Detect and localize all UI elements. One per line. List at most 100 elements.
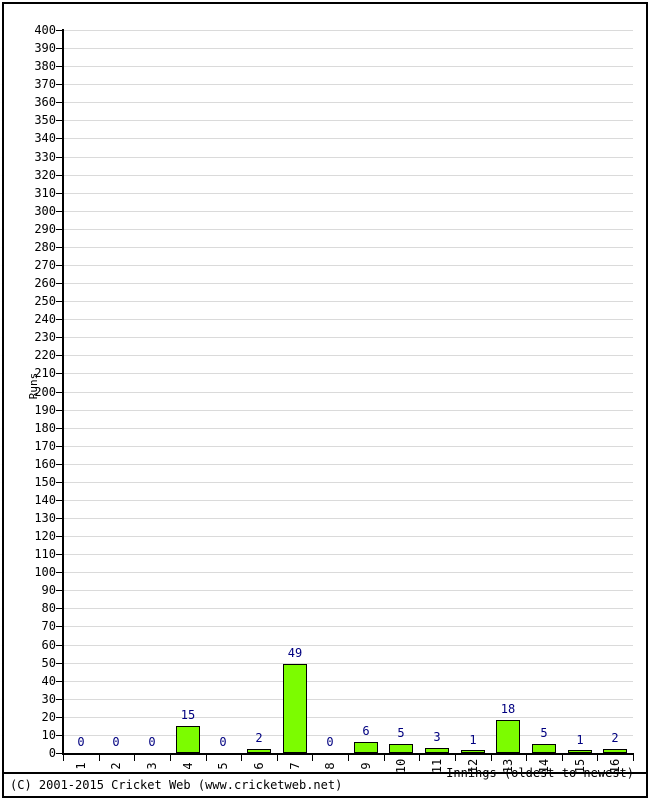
y-axis-tick-value: 110 xyxy=(34,547,56,561)
y-axis-tick-value: 10 xyxy=(41,728,56,742)
gridline xyxy=(63,464,633,465)
gridline xyxy=(63,428,633,429)
gridline xyxy=(63,608,633,609)
y-axis-tick-value: 100 xyxy=(34,565,56,579)
bar xyxy=(247,749,271,753)
footer-divider xyxy=(4,772,646,774)
bar xyxy=(461,750,485,753)
y-axis-tick-value: 130 xyxy=(34,511,56,525)
bar xyxy=(425,748,449,753)
x-axis-tick-label: 6 xyxy=(252,762,266,770)
y-axis-tick-label: 340 xyxy=(0,132,56,144)
y-axis-tick-value: 340 xyxy=(34,131,56,145)
bar-chart-figure: 0 10 20 30 40 50 60 70 80 90 100 110 120 130 140 150 160… xyxy=(0,0,650,800)
y-axis-tick-value: 40 xyxy=(41,674,56,688)
y-axis-tick-label: 380 xyxy=(0,60,56,72)
gridline xyxy=(63,590,633,591)
gridline xyxy=(63,30,633,31)
y-axis-tick-label: 280 xyxy=(0,241,56,253)
y-axis-tick-value: 180 xyxy=(34,421,56,435)
y-axis-tick-label: 130 xyxy=(0,512,56,524)
gridline xyxy=(63,247,633,248)
gridline xyxy=(63,699,633,700)
y-axis-tick-value: 170 xyxy=(34,439,56,453)
y-axis-tick-value: 60 xyxy=(41,638,56,652)
gridline xyxy=(63,626,633,627)
y-axis-tick-value: 120 xyxy=(34,529,56,543)
y-axis-tick-label: 400 xyxy=(0,24,56,36)
y-axis-tick-label: 260 xyxy=(0,277,56,289)
y-axis-tick-label: 170 xyxy=(0,440,56,452)
gridline xyxy=(63,355,633,356)
bar-value-label: 5 xyxy=(540,726,548,740)
y-axis-tick-value: 290 xyxy=(34,222,56,236)
x-axis-tick xyxy=(633,754,634,761)
x-axis-tick xyxy=(206,754,207,761)
gridline xyxy=(63,193,633,194)
y-axis-tick-value: 330 xyxy=(34,150,56,164)
figure-border xyxy=(2,2,648,798)
x-axis-tick xyxy=(455,754,456,761)
bar-value-label: 0 xyxy=(219,735,227,749)
gridline xyxy=(63,392,633,393)
y-axis-tick-value: 150 xyxy=(34,475,56,489)
x-axis-tick-label: 10 xyxy=(394,758,408,774)
x-axis-tick-label: 11 xyxy=(430,758,444,774)
y-axis-tick-label: 90 xyxy=(0,584,56,596)
gridline xyxy=(63,536,633,537)
y-axis-tick-label: 100 xyxy=(0,566,56,578)
bar-value-label: 1 xyxy=(469,733,477,747)
y-axis-tick-label: 10 xyxy=(0,729,56,741)
copyright-notice: (C) 2001-2015 Cricket Web (www.cricketwe… xyxy=(10,778,343,792)
y-axis-tick-value: 30 xyxy=(41,692,56,706)
y-axis-tick-label: 300 xyxy=(0,205,56,217)
bar-value-label: 15 xyxy=(180,708,196,722)
x-axis-tick xyxy=(312,754,313,761)
y-axis-tick-value: 400 xyxy=(34,23,56,37)
y-axis-tick-value: 320 xyxy=(34,168,56,182)
bar-value-label: 5 xyxy=(397,726,405,740)
bar-value-label: 0 xyxy=(77,735,85,749)
bar-value-label: 2 xyxy=(611,731,619,745)
y-axis-tick-label: 60 xyxy=(0,639,56,651)
x-axis-tick-label: 3 xyxy=(145,762,159,770)
bar-value-label: 0 xyxy=(112,735,120,749)
y-axis-tick-label: 70 xyxy=(0,620,56,632)
y-axis-tick-label: 40 xyxy=(0,675,56,687)
gridline xyxy=(63,410,633,411)
gridline xyxy=(63,572,633,573)
gridline xyxy=(63,518,633,519)
y-axis-title: Runs xyxy=(27,372,40,400)
gridline xyxy=(63,681,633,682)
gridline xyxy=(63,157,633,158)
gridline xyxy=(63,663,633,664)
bar-value-label: 3 xyxy=(433,730,441,744)
bar xyxy=(532,744,556,753)
y-axis-tick-label: 120 xyxy=(0,530,56,542)
gridline xyxy=(63,229,633,230)
x-axis-tick xyxy=(419,754,420,761)
y-axis-tick-value: 90 xyxy=(41,583,56,597)
y-axis-tick-label: 330 xyxy=(0,151,56,163)
y-axis-tick-label: 80 xyxy=(0,602,56,614)
gridline xyxy=(63,717,633,718)
x-axis-tick xyxy=(134,754,135,761)
bar xyxy=(496,720,520,753)
bar-value-label: 49 xyxy=(287,646,303,660)
x-axis-tick-label: 4 xyxy=(181,762,195,770)
y-axis-tick-label: 140 xyxy=(0,494,56,506)
bar xyxy=(568,750,592,753)
gridline xyxy=(63,120,633,121)
y-axis-tick-label: 220 xyxy=(0,349,56,361)
y-axis-tick-value: 310 xyxy=(34,186,56,200)
y-axis-tick-value: 390 xyxy=(34,41,56,55)
gridline xyxy=(63,66,633,67)
gridline xyxy=(63,265,633,266)
y-axis-tick-label: 20 xyxy=(0,711,56,723)
gridline xyxy=(63,175,633,176)
y-axis-tick-label: 110 xyxy=(0,548,56,560)
gridline xyxy=(63,446,633,447)
x-axis-tick xyxy=(597,754,598,761)
gridline xyxy=(63,645,633,646)
y-axis-tick-value: 250 xyxy=(34,294,56,308)
